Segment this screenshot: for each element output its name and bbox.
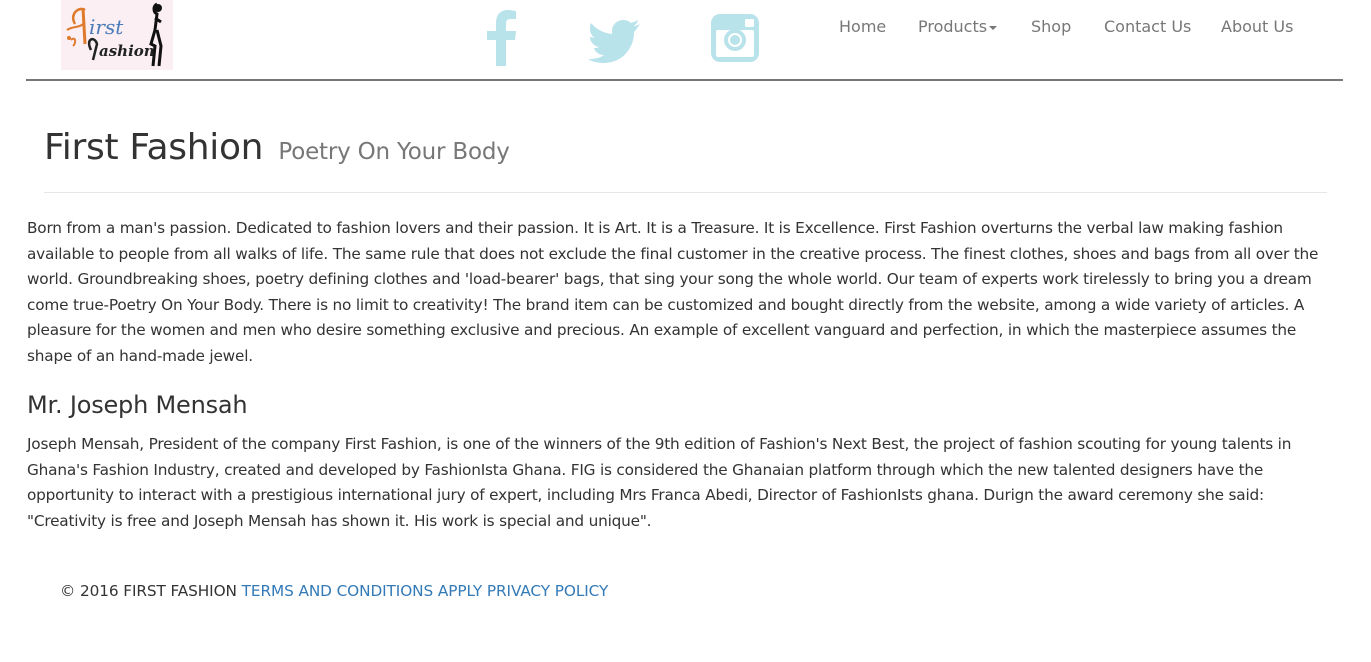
page-subtitle: Poetry On Your Body [278,139,510,165]
logo-graphic: irst ashion [66,2,163,67]
page-header: First Fashion Poetry On Your Body [44,126,1327,193]
instagram-link[interactable] [710,10,762,66]
footer: © 2016 FIRST FASHION TERMS AND CONDITION… [60,580,608,602]
nav-shop[interactable]: Shop [1031,17,1071,36]
nav-about[interactable]: About Us [1221,17,1293,36]
logo-text-top: irst [89,15,124,39]
caret-down-icon [989,25,998,30]
page-title: First Fashion Poetry On Your Body [44,126,1327,174]
terms-link[interactable]: TERMS AND CONDITIONS APPLY [242,582,483,600]
nav-products-label: Products [918,17,988,36]
brand-logo[interactable]: irst ashion [61,0,173,70]
twitter-icon [588,20,640,63]
nav-home[interactable]: Home [839,17,886,36]
nav-products-dropdown[interactable]: Products [918,17,998,36]
logo-text-bottom: ashion [99,42,155,60]
instagram-icon [711,14,759,62]
intro-paragraph: Born from a man's passion. Dedicated to … [27,219,1319,365]
navbar-divider [26,79,1343,81]
privacy-link[interactable]: PRIVACY POLICY [487,582,608,600]
founder-heading: Mr. Joseph Mensah [27,391,248,419]
footer-copyright: © 2016 FIRST FASHION [60,582,237,600]
founder-bio: Joseph Mensah, President of the company … [27,435,1292,530]
facebook-link[interactable] [484,10,518,66]
nav-contact[interactable]: Contact Us [1104,17,1191,36]
facebook-icon [487,10,516,66]
navbar: irst ashion Home Products Shop Contact U… [0,0,1371,80]
page-title-text: First Fashion [44,127,264,168]
twitter-link[interactable] [588,10,642,66]
